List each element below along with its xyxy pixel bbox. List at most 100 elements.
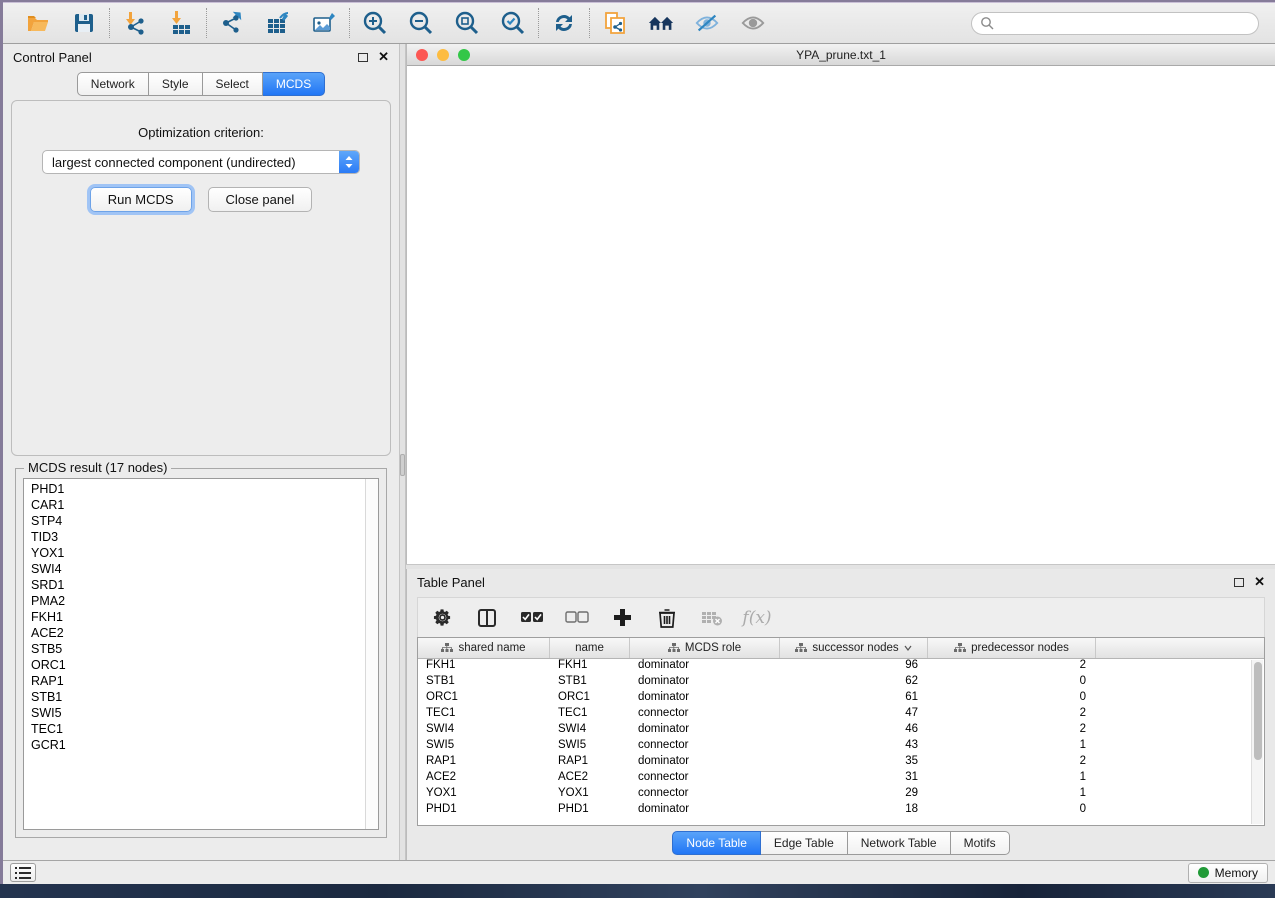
network-titlebar[interactable]: YPA_prune.txt_1 <box>407 44 1275 66</box>
table-cell: connector <box>630 739 780 755</box>
table-row[interactable]: SWI4SWI4dominator462 <box>418 723 1264 739</box>
mcds-result-item[interactable]: PMA2 <box>31 593 365 609</box>
mcds-result-item[interactable]: ORC1 <box>31 657 365 673</box>
memory-button[interactable]: Memory <box>1188 863 1268 883</box>
table-cell: PHD1 <box>550 803 630 819</box>
column-header-name[interactable]: name <box>550 638 630 658</box>
tab-network[interactable]: Network <box>77 72 149 96</box>
first-neighbors-button[interactable] <box>648 10 674 36</box>
mcds-result-item[interactable]: SWI4 <box>31 561 365 577</box>
table-row[interactable]: RAP1RAP1dominator352 <box>418 755 1264 771</box>
main-toolbar <box>3 3 1275 44</box>
node-table[interactable]: shared namenameMCDS rolesuccessor nodesp… <box>417 637 1265 826</box>
panel-splitter[interactable] <box>399 44 406 860</box>
table-row[interactable]: SWI5SWI5connector431 <box>418 739 1264 755</box>
mcds-result-title: MCDS result (17 nodes) <box>24 460 171 475</box>
column-header-shared-name[interactable]: shared name <box>418 638 550 658</box>
checked-boxes-icon <box>520 611 544 624</box>
tab-style[interactable]: Style <box>149 72 203 96</box>
export-table-button[interactable] <box>265 10 291 36</box>
table-scrollbar[interactable] <box>1251 660 1263 824</box>
deselect-all-rows-button[interactable] <box>565 606 589 630</box>
maximize-window-icon[interactable] <box>458 49 470 61</box>
search-input[interactable] <box>999 16 1250 30</box>
close-window-icon[interactable] <box>416 49 428 61</box>
export-image-button[interactable] <box>311 10 337 36</box>
mcds-result-item[interactable]: STP4 <box>31 513 365 529</box>
table-row[interactable]: YOX1YOX1connector291 <box>418 787 1264 803</box>
column-header-successor-nodes[interactable]: successor nodes <box>780 638 928 658</box>
tab-select[interactable]: Select <box>203 72 263 96</box>
table-cell: RAP1 <box>550 755 630 771</box>
table-cell: dominator <box>630 755 780 771</box>
run-mcds-button[interactable]: Run MCDS <box>90 187 192 212</box>
table-row[interactable]: TEC1TEC1connector472 <box>418 707 1264 723</box>
column-header-predecessor-nodes[interactable]: predecessor nodes <box>928 638 1096 658</box>
save-session-button[interactable] <box>71 10 97 36</box>
mcds-result-item[interactable]: YOX1 <box>31 545 365 561</box>
mcds-result-item[interactable]: FKH1 <box>31 609 365 625</box>
column-header-MCDS-role[interactable]: MCDS role <box>630 638 780 658</box>
delete-column-button[interactable] <box>655 606 679 630</box>
open-folder-icon <box>26 11 50 35</box>
close-panel-icon[interactable]: ✕ <box>378 52 389 62</box>
table-scroll-thumb[interactable] <box>1254 662 1262 760</box>
select-all-rows-button[interactable] <box>520 606 544 630</box>
hide-selected-button[interactable] <box>694 10 720 36</box>
zoom-selected-button[interactable] <box>500 10 526 36</box>
table-cell: 2 <box>928 755 1096 771</box>
tab-network-table[interactable]: Network Table <box>848 831 951 855</box>
close-table-panel-icon[interactable]: ✕ <box>1254 577 1265 587</box>
zoom-out-button[interactable] <box>408 10 434 36</box>
mcds-result-list[interactable]: PHD1CAR1STP4TID3YOX1SWI4SRD1PMA2FKH1ACE2… <box>23 478 379 830</box>
tab-mcds[interactable]: MCDS <box>263 72 325 96</box>
mcds-result-item[interactable]: TEC1 <box>31 721 365 737</box>
add-column-button[interactable] <box>610 606 634 630</box>
mcds-result-item[interactable]: ACE2 <box>31 625 365 641</box>
mcds-result-item[interactable]: STB1 <box>31 689 365 705</box>
table-row[interactable]: FKH1FKH1dominator962 <box>418 659 1264 675</box>
minimize-window-icon[interactable] <box>437 49 449 61</box>
float-panel-icon[interactable] <box>358 53 368 62</box>
tab-edge-table[interactable]: Edge Table <box>761 831 848 855</box>
mcds-result-item[interactable]: SRD1 <box>31 577 365 593</box>
criterion-dropdown[interactable]: largest connected component (undirected) <box>42 150 360 174</box>
column-type-icon <box>441 643 453 653</box>
copy-network-button[interactable] <box>602 10 628 36</box>
network-graph <box>407 66 1275 564</box>
table-settings-button[interactable] <box>430 606 454 630</box>
mcds-result-item[interactable]: SWI5 <box>31 705 365 721</box>
mcds-result-item[interactable]: RAP1 <box>31 673 365 689</box>
mcds-result-item[interactable]: PHD1 <box>31 481 365 497</box>
zoom-in-button[interactable] <box>362 10 388 36</box>
network-canvas[interactable] <box>407 66 1275 564</box>
import-network-button[interactable] <box>122 10 148 36</box>
split-panel-button[interactable] <box>475 606 499 630</box>
export-network-button[interactable] <box>219 10 245 36</box>
mcds-result-item[interactable]: STB5 <box>31 641 365 657</box>
tab-node-table[interactable]: Node Table <box>672 831 761 855</box>
mcds-result-item[interactable]: GCR1 <box>31 737 365 753</box>
import-table-button[interactable] <box>168 10 194 36</box>
mcds-result-item[interactable]: TID3 <box>31 529 365 545</box>
show-all-button[interactable] <box>740 10 766 36</box>
import-network-icon <box>122 10 148 36</box>
table-row[interactable]: ACE2ACE2connector311 <box>418 771 1264 787</box>
float-table-panel-icon[interactable] <box>1234 578 1244 587</box>
table-row[interactable]: STB1STB1dominator620 <box>418 675 1264 691</box>
mcds-result-item[interactable]: CAR1 <box>31 497 365 513</box>
search-field[interactable] <box>971 12 1259 35</box>
list-scrollbar[interactable] <box>365 479 378 829</box>
zoom-fit-button[interactable] <box>454 10 480 36</box>
close-panel-button[interactable]: Close panel <box>208 187 313 212</box>
network-title: YPA_prune.txt_1 <box>407 48 1275 62</box>
tab-motifs[interactable]: Motifs <box>951 831 1010 855</box>
open-file-button[interactable] <box>25 10 51 36</box>
task-history-button[interactable] <box>10 863 36 882</box>
table-row[interactable]: ORC1ORC1dominator610 <box>418 691 1264 707</box>
application-window: Control Panel ✕ Network Style Select MCD… <box>3 2 1275 884</box>
function-builder-button: f(x) <box>745 606 769 630</box>
table-cell: ORC1 <box>550 691 630 707</box>
refresh-layout-button[interactable] <box>551 10 577 36</box>
table-row[interactable]: PHD1PHD1dominator180 <box>418 803 1264 819</box>
